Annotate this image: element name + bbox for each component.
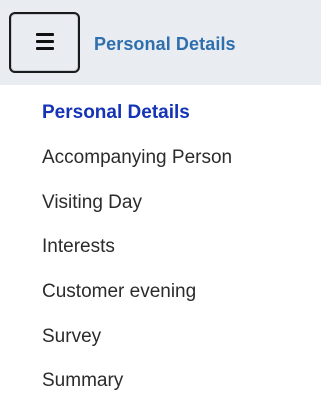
app-frame: Personal Details Personal Details Accomp… — [0, 0, 321, 415]
navigation-menu: Personal Details Accompanying Person Vis… — [0, 85, 321, 415]
current-section-title: Personal Details — [94, 34, 236, 54]
top-bar: Personal Details — [0, 0, 321, 85]
menu-item-accompanying-person[interactable]: Accompanying Person — [42, 147, 232, 169]
menu-item-visiting-day[interactable]: Visiting Day — [42, 192, 142, 214]
hamburger-menu-icon — [36, 33, 54, 51]
menu-item-survey[interactable]: Survey — [42, 326, 101, 348]
menu-item-customer-evening[interactable]: Customer evening — [42, 281, 196, 303]
menu-item-summary[interactable]: Summary — [42, 370, 123, 392]
menu-item-interests[interactable]: Interests — [42, 236, 115, 258]
menu-toggle-button[interactable] — [9, 12, 80, 73]
menu-item-personal-details[interactable]: Personal Details — [42, 102, 190, 124]
